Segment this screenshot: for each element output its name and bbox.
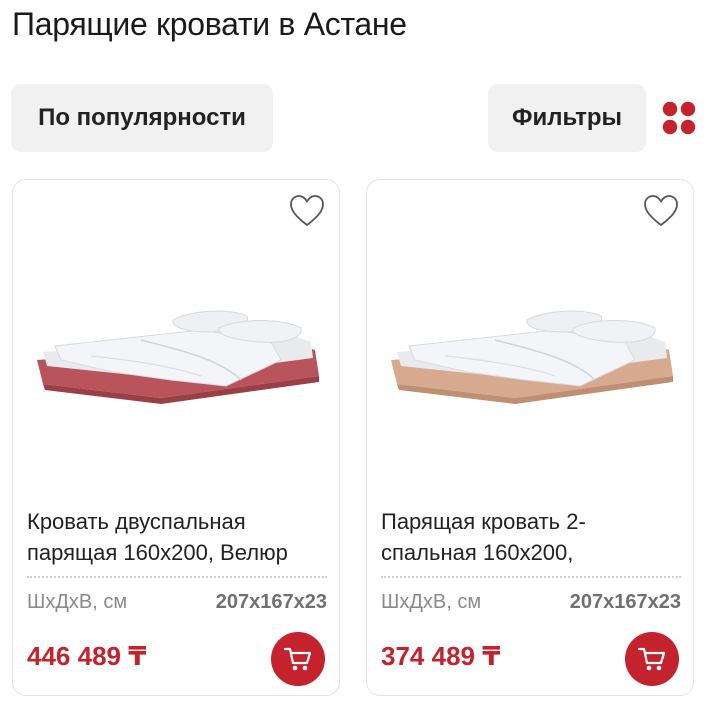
sort-button[interactable]: По популярности — [11, 84, 273, 152]
product-name[interactable]: Парящая кровать 2-спальная 160х200, — [381, 506, 681, 568]
heart-outline-icon[interactable] — [289, 194, 325, 228]
product-card[interactable]: Кровать двуспальная парящая 160х200, Вел… — [12, 179, 340, 696]
sort-button-label: По популярности — [38, 104, 246, 131]
cart-icon — [637, 647, 666, 671]
dimensions-value: 207х167х23 — [569, 591, 681, 613]
dimensions-value: 207х167х23 — [215, 591, 327, 613]
add-to-cart-button[interactable] — [271, 632, 325, 686]
add-to-cart-button[interactable] — [625, 632, 679, 686]
page-title: Парящие кровати в Астане — [12, 6, 407, 42]
product-name[interactable]: Кровать двуспальная парящая 160х200, Вел… — [27, 506, 327, 568]
filters-button[interactable]: Фильтры — [488, 84, 646, 152]
divider — [27, 576, 327, 584]
divider — [381, 576, 681, 584]
filters-button-label: Фильтры — [511, 104, 623, 131]
product-image[interactable] — [21, 280, 333, 440]
cart-icon — [283, 647, 312, 671]
product-price: 446 489 ₸ — [27, 641, 147, 671]
product-card[interactable]: Парящая кровать 2-спальная 160х200, ШхДх… — [366, 179, 694, 696]
product-image[interactable] — [375, 280, 687, 440]
grid-dots-icon[interactable] — [662, 101, 696, 135]
dimensions-label: ШхДхВ, см — [27, 591, 128, 613]
heart-outline-icon[interactable] — [643, 194, 679, 228]
dimensions-label: ШхДхВ, см — [381, 591, 482, 613]
product-price: 374 489 ₸ — [381, 641, 501, 671]
